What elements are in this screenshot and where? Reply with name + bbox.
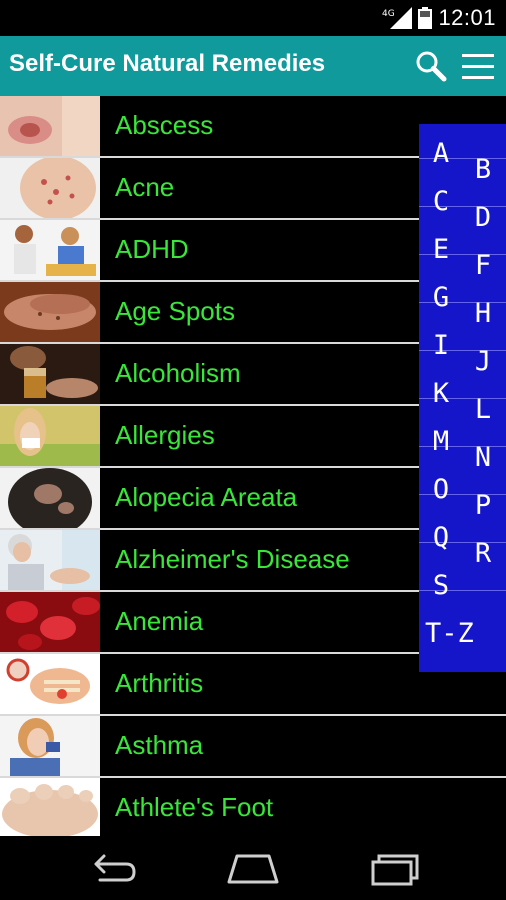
alcoholism-image — [0, 344, 100, 404]
menu-icon — [462, 54, 494, 79]
list-item-label: Alzheimer's Disease — [115, 544, 350, 574]
arthritis-image — [0, 654, 100, 714]
index-letter-b[interactable]: B — [465, 154, 501, 185]
index-letter-t-z[interactable]: T-Z — [425, 618, 501, 649]
acne-image — [0, 158, 100, 218]
status-bar: 4G 12:01 — [0, 0, 506, 36]
signal-icon: 4G — [382, 7, 413, 29]
status-icons: 4G 12:01 — [382, 4, 496, 32]
action-bar: Self-Cure Natural Remedies — [0, 36, 506, 96]
home-icon — [227, 854, 279, 884]
index-letter-i[interactable]: I — [423, 330, 459, 361]
index-letter-f[interactable]: F — [465, 250, 501, 281]
anemia-image — [0, 592, 100, 652]
menu-button[interactable] — [458, 48, 498, 84]
list-item-label: ADHD — [115, 234, 189, 264]
athletes-foot-image — [0, 778, 100, 836]
index-letter-m[interactable]: M — [423, 426, 459, 457]
search-icon — [416, 51, 447, 82]
abscess-image — [0, 96, 100, 156]
list-item[interactable]: Athlete's Foot — [0, 778, 506, 836]
search-button[interactable] — [412, 48, 450, 84]
list-item-label: Acne — [115, 172, 175, 202]
list-item-label: Athlete's Foot — [115, 792, 274, 822]
alphabet-index: A C E G I K M O Q S T-Z B D F H J L N P … — [419, 124, 506, 672]
app-title: Self-Cure Natural Remedies — [9, 50, 326, 77]
alzheimers-image — [0, 530, 100, 590]
list-item-label: Arthritis — [115, 668, 204, 698]
list-item-label: Abscess — [115, 110, 214, 140]
index-letter-q[interactable]: Q — [423, 522, 459, 553]
home-button[interactable] — [223, 848, 283, 888]
alopecia-image — [0, 468, 100, 528]
list-item-label: Age Spots — [115, 296, 235, 326]
index-letter-h[interactable]: H — [465, 298, 501, 329]
battery-icon — [418, 7, 433, 29]
list-item-label: Allergies — [115, 420, 215, 450]
clock: 12:01 — [438, 5, 496, 30]
network-type: 4G — [382, 9, 395, 19]
recent-apps-button[interactable] — [365, 848, 425, 888]
index-letter-c[interactable]: C — [423, 186, 459, 217]
index-letter-d[interactable]: D — [465, 202, 501, 233]
index-letter-j[interactable]: J — [465, 346, 501, 377]
recent-apps-icon — [371, 854, 419, 886]
list-item-label: Asthma — [115, 730, 204, 760]
list-item-label: Anemia — [115, 606, 204, 636]
list-item-label: Alopecia Areata — [115, 482, 298, 512]
allergies-image — [0, 406, 100, 466]
list-item[interactable]: Asthma — [0, 716, 506, 776]
index-letter-k[interactable]: K — [423, 378, 459, 409]
asthma-image — [0, 716, 100, 776]
index-letter-r[interactable]: R — [465, 538, 501, 569]
index-letter-n[interactable]: N — [465, 442, 501, 473]
index-letter-a[interactable]: A — [423, 138, 459, 169]
age-spots-image — [0, 282, 100, 342]
back-button[interactable] — [82, 848, 142, 888]
index-letter-l[interactable]: L — [465, 394, 501, 425]
index-letter-s[interactable]: S — [423, 570, 459, 601]
index-letter-e[interactable]: E — [423, 234, 459, 265]
index-letter-p[interactable]: P — [465, 490, 501, 521]
navigation-bar — [0, 836, 506, 900]
back-icon — [94, 854, 136, 882]
index-letter-g[interactable]: G — [423, 282, 459, 313]
list-item-label: Alcoholism — [115, 358, 241, 388]
index-letter-o[interactable]: O — [423, 474, 459, 505]
adhd-image — [0, 220, 100, 280]
